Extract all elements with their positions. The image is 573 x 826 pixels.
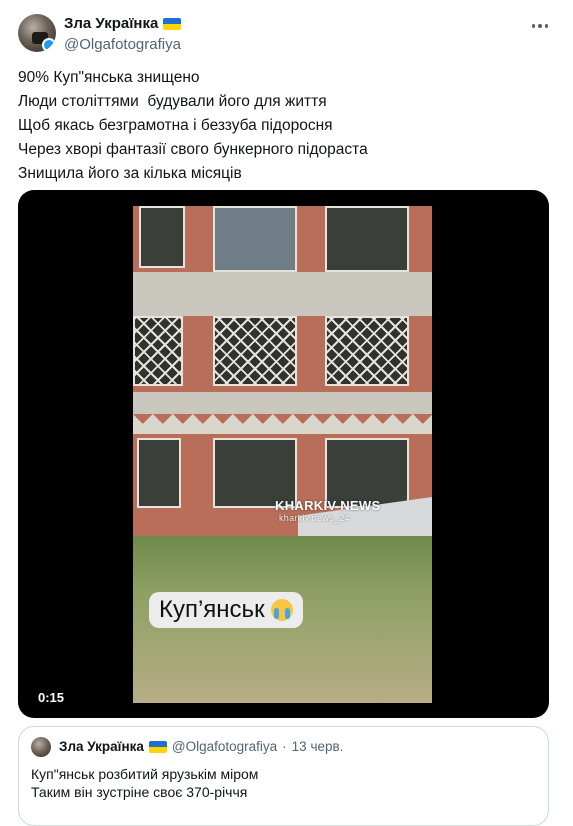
quoted-separator: · bbox=[282, 739, 287, 754]
quoted-tweet[interactable]: Зла Українка @Olgafotografiya · 13 черв.… bbox=[18, 726, 549, 826]
quoted-line: Куп"янськ розбитий ярузькім міром bbox=[31, 766, 259, 782]
more-options-icon[interactable] bbox=[530, 16, 550, 36]
video-watermark: KHARKIV NEWS kharkiv.news_24 bbox=[275, 498, 380, 523]
tweet-text: 90% Куп"янська знищено Люди століттями б… bbox=[18, 66, 548, 186]
ukraine-flag-icon bbox=[148, 740, 167, 753]
quoted-line: Таким він зустріне своє 370-річчя bbox=[31, 784, 248, 800]
crying-face-icon bbox=[270, 599, 293, 621]
quoted-display-name: Зла Українка bbox=[59, 739, 144, 754]
author-name-text: Зла Українка bbox=[64, 15, 159, 32]
video-timestamp: 0:15 bbox=[38, 690, 65, 705]
tweet-line: Щоб якась безграмотна і беззуба підоросн… bbox=[18, 117, 333, 134]
quoted-date: 13 черв. bbox=[291, 739, 344, 754]
author-avatar[interactable] bbox=[18, 14, 56, 52]
video-caption: Куп’янськ bbox=[149, 592, 303, 628]
caption-text: Куп’янськ bbox=[159, 596, 265, 623]
video-player[interactable]: KHARKIV NEWS kharkiv.news_24 Куп’янськ 0… bbox=[18, 190, 549, 718]
quoted-header: Зла Українка @Olgafotografiya · 13 черв. bbox=[59, 739, 343, 754]
tweet-line: 90% Куп"янська знищено bbox=[18, 69, 200, 86]
tweet-line: Люди століттями будували його для життя bbox=[18, 93, 327, 110]
quoted-text: Куп"янськ розбитий ярузькім міром Таким … bbox=[31, 765, 258, 801]
tweet-line: Через хворі фантазії свого бункерного пі… bbox=[18, 141, 368, 158]
video-frame: KHARKIV NEWS kharkiv.news_24 Куп’янськ bbox=[133, 206, 432, 703]
watermark-subtext: kharkiv.news_24 bbox=[279, 513, 350, 523]
author-handle[interactable]: @Olgafotografiya bbox=[64, 36, 181, 53]
quoted-avatar bbox=[31, 737, 51, 757]
quoted-handle: @Olgafotografiya bbox=[171, 739, 278, 754]
tweet-line: Знищила його за кілька місяців bbox=[18, 165, 242, 182]
author-display-name[interactable]: Зла Українка bbox=[64, 15, 182, 32]
badge-icon bbox=[42, 38, 56, 52]
watermark-text: KHARKIV NEWS bbox=[275, 498, 381, 513]
ukraine-flag-icon bbox=[163, 17, 182, 30]
